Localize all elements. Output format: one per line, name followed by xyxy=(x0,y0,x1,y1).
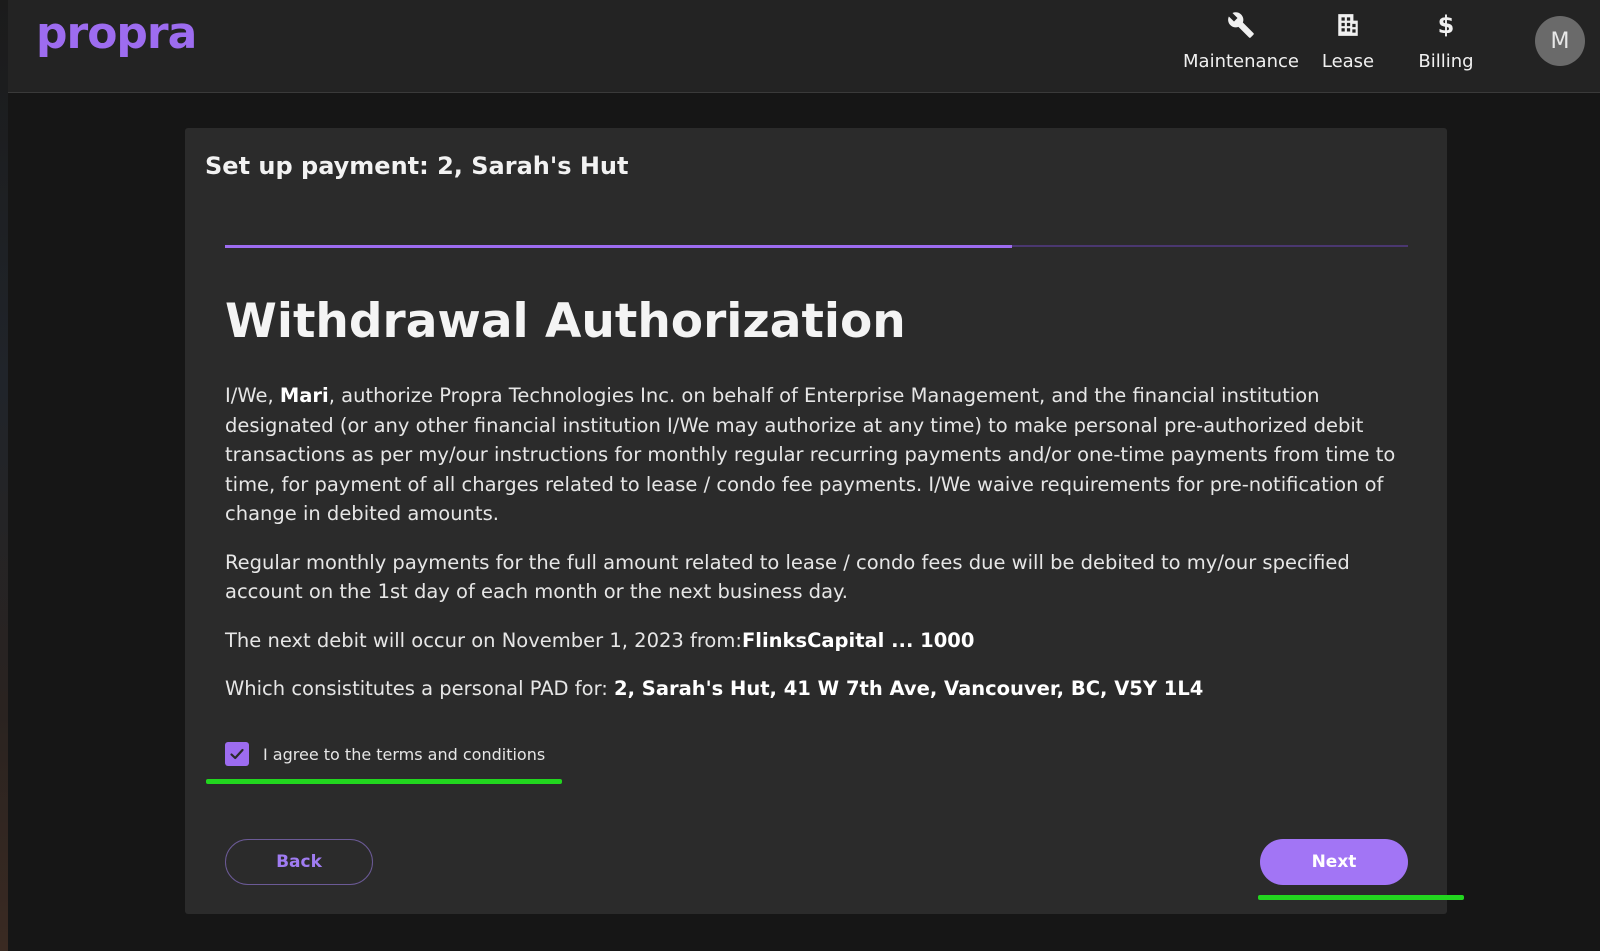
page-title: Set up payment: 2, Sarah's Hut xyxy=(205,152,629,180)
next-button[interactable]: Next xyxy=(1260,839,1408,885)
nav-item-lease[interactable]: Lease xyxy=(1308,10,1388,80)
para1-rest: , authorize Propra Technologies Inc. on … xyxy=(225,384,1396,525)
pad-address: 2, Sarah's Hut, 41 W 7th Ave, Vancouver,… xyxy=(614,677,1204,700)
user-avatar[interactable]: M xyxy=(1535,16,1585,66)
payer-name: Mari xyxy=(279,384,329,407)
debit-account: FlinksCapital ... 1000 xyxy=(741,628,975,652)
dollar-icon: $ xyxy=(1431,10,1461,40)
agree-terms-label: I agree to the terms and conditions xyxy=(263,744,546,764)
agree-checkbox[interactable] xyxy=(225,742,249,766)
next-debit-paragraph: The next debit will occur on November 1,… xyxy=(225,626,1415,656)
propra-logo[interactable]: propra xyxy=(36,8,197,59)
nav-label-billing: Billing xyxy=(1418,51,1474,72)
next-debit-prefix: The next debit will occur on November 1,… xyxy=(225,628,742,652)
pad-paragraph: Which consistitutes a personal PAD for: … xyxy=(225,674,1415,704)
schedule-paragraph: Regular monthly payments for the full am… xyxy=(225,550,1350,604)
left-edge-strip xyxy=(0,0,8,951)
section-title: Withdrawal Authorization xyxy=(225,294,906,349)
nav-item-maintenance[interactable]: Maintenance xyxy=(1166,10,1316,80)
nav-label-maintenance: Maintenance xyxy=(1183,51,1299,72)
step-progress-bar xyxy=(225,244,1408,248)
highlight-underline-next xyxy=(1258,895,1464,900)
pad-prefix: Which consistitutes a personal PAD for: xyxy=(225,677,615,700)
top-navigation-bar: propra Maintenance Lease $ Billing M xyxy=(8,0,1600,93)
wrench-icon xyxy=(1226,10,1256,40)
authorization-paragraph: I/We, Mari, authorize Propra Technologie… xyxy=(225,381,1415,529)
agree-terms-row[interactable]: I agree to the terms and conditions xyxy=(225,741,545,767)
highlight-underline-agree xyxy=(206,779,562,784)
authorization-text: I/We, Mari, authorize Propra Technologie… xyxy=(225,381,1415,723)
checkmark-icon xyxy=(230,748,244,760)
building-icon xyxy=(1333,10,1363,40)
step-progress-fill xyxy=(225,244,1012,248)
para1-prefix: I/We, xyxy=(225,384,280,407)
dollar-glyph: $ xyxy=(1437,11,1455,39)
nav-item-billing[interactable]: $ Billing xyxy=(1406,10,1486,80)
payment-setup-card: Set up payment: 2, Sarah's Hut Withdrawa… xyxy=(185,128,1464,914)
nav-label-lease: Lease xyxy=(1321,51,1375,72)
back-button[interactable]: Back xyxy=(225,839,373,885)
